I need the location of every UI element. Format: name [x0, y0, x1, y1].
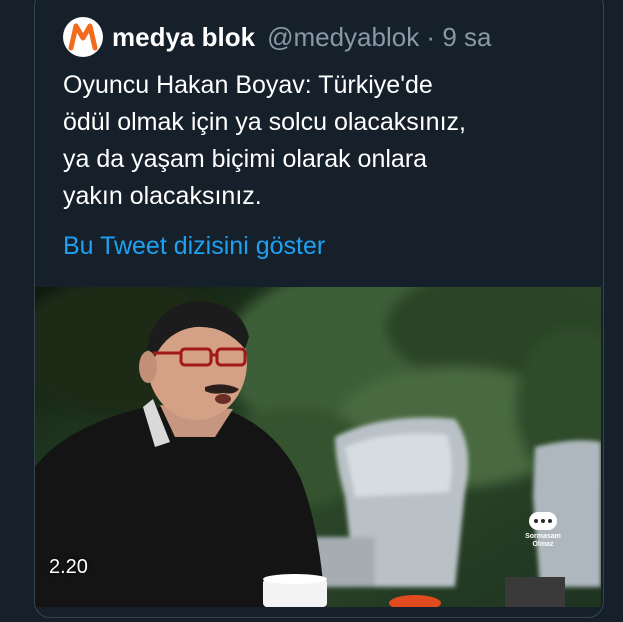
video-duration: 2.20	[49, 556, 88, 578]
channel-watermark: Sormasam Olmaz	[515, 512, 571, 549]
tweet-text-line: yakın olacaksınız.	[63, 182, 262, 210]
tweet-text-line: ödül olmak için ya solcu olacaksınız,	[63, 108, 466, 136]
tweet-text-line: Oyuncu Hakan Boyav: Türkiye'de	[63, 71, 433, 99]
video-thumbnail	[35, 287, 601, 607]
author-handle[interactable]: @medyablok · 9 sa	[267, 22, 491, 53]
avatar[interactable]	[63, 17, 103, 57]
video-player[interactable]: Sormasam Olmaz 2.20	[35, 287, 601, 607]
tweet-header: medya blok @medyablok · 9 sa	[63, 15, 491, 59]
watermark-text: Sormasam	[525, 533, 561, 540]
watermark-text: Olmaz	[532, 541, 554, 548]
tweet-card[interactable]: medya blok @medyablok · 9 sa Oyuncu Haka…	[34, 0, 604, 618]
author-name[interactable]: medya blok	[112, 22, 255, 53]
chat-bubble-icon	[529, 512, 557, 530]
medya-blok-logo-icon	[65, 19, 101, 55]
tweet-time[interactable]: 9 sa	[442, 22, 491, 52]
tweet-text: Oyuncu Hakan Boyav: Türkiye'de ödül olma…	[63, 67, 583, 215]
show-thread-link[interactable]: Bu Tweet dizisini göster	[63, 232, 325, 261]
tweet-text-line: ya da yaşam biçimi olarak onlara	[63, 145, 428, 173]
